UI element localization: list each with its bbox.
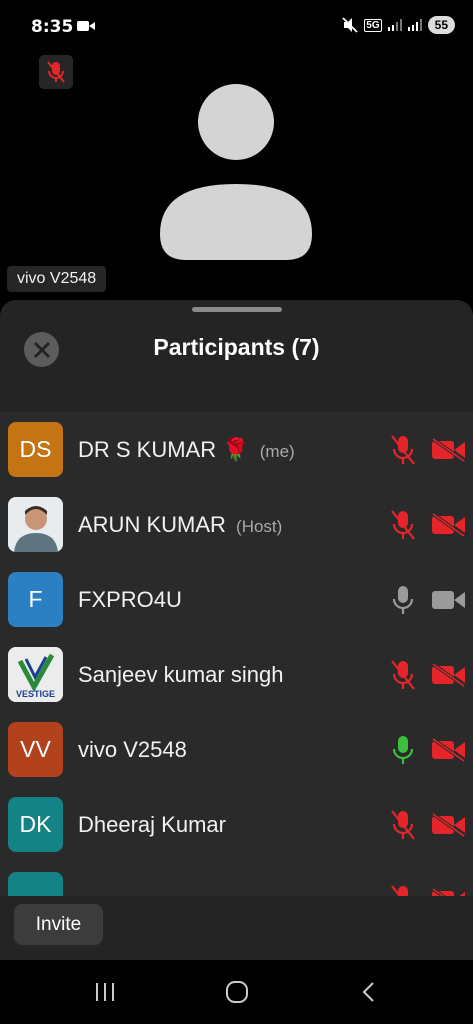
participant-logo-avatar: VESTIGE [8, 647, 63, 702]
mic-muted-icon[interactable] [390, 659, 416, 691]
mic-muted-icon[interactable] [390, 884, 416, 896]
signal-icon-2 [407, 19, 422, 31]
mic-off-icon [47, 61, 65, 83]
participant-name-wrap: Sanjeev kumar singh [78, 662, 283, 688]
participants-list[interactable]: DS DR S KUMAR 🌹 (me) ARUN KUMAR (Host) F… [0, 412, 473, 896]
camera-off-icon[interactable] [431, 887, 466, 896]
invite-button[interactable]: Invite [14, 904, 103, 945]
person-photo-icon [8, 497, 63, 552]
default-avatar-icon [160, 84, 312, 260]
participant-name-wrap: FXPRO4U [78, 587, 182, 613]
participant-name: Dheeraj Kumar [78, 812, 226, 837]
camera-off-icon[interactable] [431, 662, 466, 688]
system-nav-bar [0, 960, 473, 1024]
participants-title: Participants (7) [153, 334, 320, 360]
muted-indicator [39, 55, 73, 89]
mic-muted-icon[interactable] [390, 809, 416, 841]
mic-muted-icon[interactable] [390, 434, 416, 466]
sheet-footer: Invite [0, 896, 473, 960]
participant-avatar [8, 872, 63, 896]
participant-avatar: F [8, 572, 63, 627]
recent-apps-icon[interactable] [93, 980, 117, 1004]
participant-name: vivo V2548 [78, 737, 187, 762]
participant-row[interactable]: VESTIGE Sanjeev kumar singh [0, 637, 473, 712]
participant-row[interactable]: VV vivo V2548 [0, 712, 473, 787]
status-time: 8:35 [31, 17, 74, 37]
participant-avatar: DK [8, 797, 63, 852]
participant-role: (me) [259, 442, 295, 461]
video-name-tag: vivo V2548 [7, 266, 107, 292]
svg-text:VESTIGE: VESTIGE [16, 689, 55, 699]
back-icon[interactable] [358, 980, 380, 1004]
camera-on-icon[interactable] [431, 587, 466, 613]
participant-name-wrap: DR S KUMAR 🌹 (me) [78, 437, 295, 463]
battery-indicator: 55 [427, 16, 455, 34]
participant-row[interactable]: DK Dheeraj Kumar [0, 787, 473, 862]
participant-name: Sanjeev kumar singh [78, 662, 284, 687]
participant-name-wrap: ARUN KUMAR (Host) [78, 512, 282, 538]
participant-role: (Host) [236, 517, 283, 536]
mic-on-icon[interactable] [390, 584, 416, 616]
camera-off-icon[interactable] [431, 737, 466, 763]
participant-photo-avatar [8, 497, 63, 552]
mute-vibrate-icon [342, 17, 358, 33]
camera-off-icon[interactable] [431, 512, 466, 538]
status-icons: 5G 55 [342, 16, 455, 34]
video-call-status-icon [77, 21, 95, 31]
participant-avatar: DS [8, 422, 63, 477]
participants-sheet: Participants (7) DS DR S KUMAR 🌹 (me) AR… [0, 300, 473, 960]
participant-name-wrap: vivo V2548 [78, 737, 187, 763]
camera-off-icon[interactable] [431, 437, 466, 463]
participant-row[interactable]: F FXPRO4U [0, 562, 473, 637]
participant-name: DR S KUMAR 🌹 [78, 437, 250, 462]
mic-speaking-icon[interactable] [390, 734, 416, 766]
participant-row[interactable] [0, 862, 473, 896]
participant-name: ARUN KUMAR [78, 512, 226, 537]
participant-name-wrap: Dheeraj Kumar [78, 812, 226, 838]
signal-icon-1 [387, 19, 402, 31]
vestige-logo-icon: VESTIGE [8, 647, 63, 702]
camera-off-icon[interactable] [431, 812, 466, 838]
participant-avatar: VV [8, 722, 63, 777]
network-type: 5G [364, 18, 382, 32]
sheet-drag-handle[interactable] [192, 307, 282, 312]
status-bar: 8:35 5G 55 [0, 0, 473, 56]
participant-row[interactable]: ARUN KUMAR (Host) [0, 487, 473, 562]
mic-muted-icon[interactable] [390, 509, 416, 541]
home-icon[interactable] [224, 980, 250, 1004]
participant-name: FXPRO4U [78, 587, 182, 612]
participant-row[interactable]: DS DR S KUMAR 🌹 (me) [0, 412, 473, 487]
